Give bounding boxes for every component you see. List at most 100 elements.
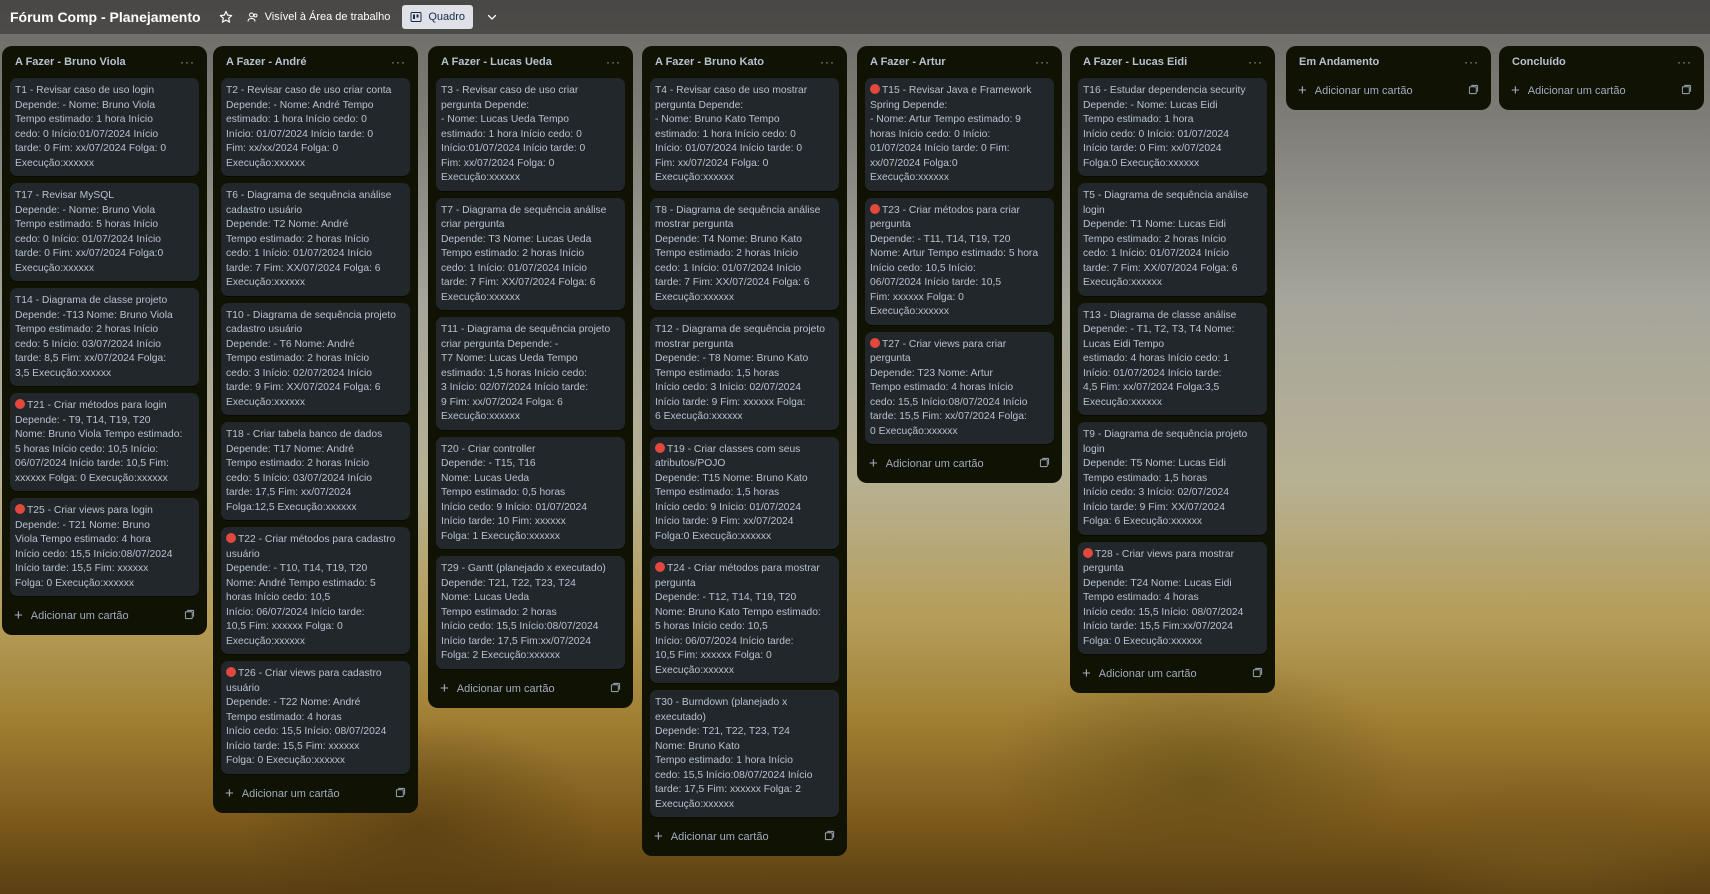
- list-title[interactable]: Concluído: [1512, 56, 1566, 68]
- card-text-line: cedo: 1 Início: 01/07/2024 Início: [1083, 248, 1229, 259]
- list-column[interactable]: A Fazer - Artur ··· T15 - Revisar Java e F…: [857, 46, 1062, 483]
- card-text-line: T7 - Diagrama de sequência análise: [441, 204, 607, 216]
- card-title: T26 - Criar views para cadastro: [238, 668, 382, 679]
- card[interactable]: T12 - Diagrama de sequência projeto mostr…: [650, 317, 839, 430]
- card[interactable]: T22 - Criar métodos para cadastro usuário…: [221, 527, 410, 654]
- view-switcher-button[interactable]: Quadro: [402, 5, 474, 29]
- list-title[interactable]: A Fazer - Lucas Eidi: [1083, 56, 1187, 68]
- card-template-icon[interactable]: [824, 830, 835, 844]
- plus-icon: +: [654, 828, 663, 845]
- card-template-icon[interactable]: [1039, 457, 1050, 471]
- add-card-button[interactable]: + Adicionar um cartão: [221, 781, 410, 807]
- add-card-button[interactable]: + Adicionar um cartão: [650, 824, 839, 850]
- list-column[interactable]: A Fazer - Lucas Ueda ··· T3 - Revisar caso…: [428, 46, 633, 708]
- list-title[interactable]: A Fazer - Bruno Viola: [15, 56, 126, 68]
- card-template-icon[interactable]: [1468, 84, 1479, 98]
- card[interactable]: T29 - Gantt (planejado x executado) Depen…: [436, 556, 625, 669]
- more-options-icon[interactable]: ···: [606, 56, 621, 68]
- more-options-icon[interactable]: ···: [820, 56, 835, 68]
- add-card-area[interactable]: + Adicionar um cartão: [1082, 666, 1197, 681]
- card[interactable]: T2 - Revisar caso de uso criar conta Depe…: [221, 78, 410, 176]
- card[interactable]: T17 - Revisar MySQL Depende: - Nome: Brun…: [10, 183, 199, 281]
- card[interactable]: T15 - Revisar Java e Framework Spring Dep…: [865, 78, 1054, 191]
- list-header: A Fazer - Lucas Ueda ···: [436, 46, 625, 78]
- add-card-area[interactable]: + Adicionar um cartão: [440, 681, 555, 696]
- star-icon[interactable]: [215, 6, 237, 28]
- card-text-line: 6 Execução:xxxxxx: [655, 411, 743, 422]
- card[interactable]: T14 - Diagrama de classe projeto Depende:…: [10, 288, 199, 386]
- red-label-icon: [226, 667, 236, 677]
- list-header: A Fazer - André ···: [221, 46, 410, 78]
- card[interactable]: T1 - Revisar caso de uso login Depende: -…: [10, 78, 199, 176]
- card-template-icon[interactable]: [395, 787, 406, 801]
- add-card-area[interactable]: + Adicionar um cartão: [1298, 82, 1413, 99]
- more-options-icon[interactable]: ···: [1464, 56, 1479, 68]
- more-options-icon[interactable]: ···: [1248, 56, 1263, 68]
- add-card-button[interactable]: + Adicionar um cartão: [1078, 661, 1267, 687]
- more-options-icon[interactable]: ···: [180, 56, 195, 68]
- add-card-area[interactable]: + Adicionar um cartão: [654, 828, 769, 845]
- card[interactable]: T4 - Revisar caso de uso mostrar pergunta…: [650, 78, 839, 191]
- card-text-line: Fim: xx/07/2024 Folga: 0: [441, 157, 555, 169]
- add-card-button[interactable]: + Adicionar um cartão: [1294, 78, 1483, 104]
- card[interactable]: T20 - Criar controller Depende: - T15, T1…: [436, 436, 625, 549]
- list-column[interactable]: A Fazer - Lucas Eidi ··· T16 - Estudar dep…: [1070, 46, 1275, 693]
- card[interactable]: T9 - Diagrama de sequência projeto login D…: [1078, 422, 1267, 535]
- add-card-area[interactable]: + Adicionar um cartão: [1511, 83, 1626, 98]
- card[interactable]: T30 - Burndown (planejado x executado) Dep…: [650, 690, 839, 817]
- card-text-line: 5 horas Início cedo: 10,5 Início:: [15, 443, 159, 455]
- more-options-icon[interactable]: ···: [391, 56, 406, 68]
- card[interactable]: T18 - Criar tabela banco de dados Depende…: [221, 422, 410, 520]
- card-template-icon[interactable]: [610, 682, 621, 696]
- card[interactable]: T23 - Criar métodos para criar pergunta De…: [865, 197, 1054, 325]
- card[interactable]: T19 - Criar classes com seus atributos/PO…: [650, 436, 839, 549]
- add-card-area[interactable]: + Adicionar um cartão: [225, 786, 340, 801]
- add-card-button[interactable]: + Adicionar um cartão: [10, 603, 199, 629]
- card[interactable]: T7 - Diagrama de sequência análise criar …: [436, 197, 625, 310]
- more-options-icon[interactable]: ···: [1677, 56, 1692, 68]
- chevron-down-icon[interactable]: [481, 6, 503, 28]
- list-title[interactable]: A Fazer - Lucas Ueda: [441, 56, 552, 68]
- add-card-area[interactable]: + Adicionar um cartão: [869, 456, 984, 471]
- list-title[interactable]: A Fazer - Bruno Kato: [655, 56, 764, 68]
- card[interactable]: T8 - Diagrama de sequência análise mostra…: [650, 197, 839, 310]
- card[interactable]: T16 - Estudar dependencia security Depend…: [1078, 78, 1267, 176]
- card[interactable]: T28 - Criar views para mostrar pergunta De…: [1078, 541, 1267, 654]
- list-title[interactable]: A Fazer - Artur: [870, 56, 946, 68]
- card[interactable]: T11 - Diagrama de sequência projeto criar…: [436, 317, 625, 430]
- more-options-icon[interactable]: ···: [1035, 56, 1050, 68]
- list-column[interactable]: A Fazer - André ··· T2 - Revisar caso de u…: [213, 46, 418, 813]
- card-template-icon[interactable]: [184, 609, 195, 623]
- card[interactable]: T13 - Diagrama de classe análise Depende:…: [1078, 302, 1267, 415]
- card[interactable]: T3 - Revisar caso de uso criar pergunta D…: [436, 78, 625, 191]
- board-title[interactable]: Fórum Comp - Planejamento: [10, 9, 201, 25]
- card[interactable]: T6 - Diagrama de sequência análise cadast…: [221, 183, 410, 296]
- card-template-icon[interactable]: [1252, 667, 1263, 681]
- card[interactable]: T21 - Criar métodos para login Depende: …: [10, 393, 199, 491]
- card[interactable]: T10 - Diagrama de sequência projeto cadas…: [221, 302, 410, 415]
- card[interactable]: T24 - Criar métodos para mostrar pergunta…: [650, 556, 839, 683]
- list-column[interactable]: A Fazer - Bruno Kato ··· T4 - Revisar caso…: [642, 46, 847, 856]
- card-text-line: Depende: T21, T22, T23, T24: [655, 726, 790, 737]
- list-column[interactable]: Em Andamento ··· + Adicionar um cartão: [1286, 46, 1491, 110]
- card-text-line: 3 Início: 02/07/2024 Início tarde:: [441, 382, 589, 393]
- card[interactable]: T27 - Criar views para criar pergunta Depe…: [865, 331, 1054, 444]
- list-column[interactable]: A Fazer - Bruno Viola ··· T1 - Revisar cas…: [2, 46, 207, 635]
- card-text-line: Depende: - T1, T2, T3, T4 Nome:: [1083, 324, 1235, 335]
- add-card-button[interactable]: + Adicionar um cartão: [865, 451, 1054, 477]
- add-card-button[interactable]: + Adicionar um cartão: [1507, 78, 1696, 104]
- list-column[interactable]: Concluído ··· + Adicionar um cartão: [1499, 46, 1704, 110]
- card-text-line: Tempo estimado: 2 horas Início: [655, 248, 799, 259]
- card-text-line: Tempo estimado: 4 horas: [226, 711, 342, 723]
- list-title[interactable]: A Fazer - André: [226, 56, 306, 68]
- card[interactable]: T5 - Diagrama de sequência análise login D…: [1078, 183, 1267, 296]
- add-card-button[interactable]: + Adicionar um cartão: [436, 676, 625, 702]
- card[interactable]: T26 - Criar views para cadastro usuário De…: [221, 661, 410, 774]
- visibility-button[interactable]: Visível à Área de trabalho: [247, 11, 390, 23]
- card-template-icon[interactable]: [1681, 84, 1692, 98]
- card[interactable]: T25 - Criar views para login Depende: - …: [10, 498, 199, 596]
- plus-icon: +: [1298, 82, 1307, 99]
- add-card-area[interactable]: + Adicionar um cartão: [14, 608, 129, 623]
- card-text-line: cedo: 0 Início:01/07/2024 Início: [15, 128, 159, 140]
- list-title[interactable]: Em Andamento: [1299, 56, 1379, 68]
